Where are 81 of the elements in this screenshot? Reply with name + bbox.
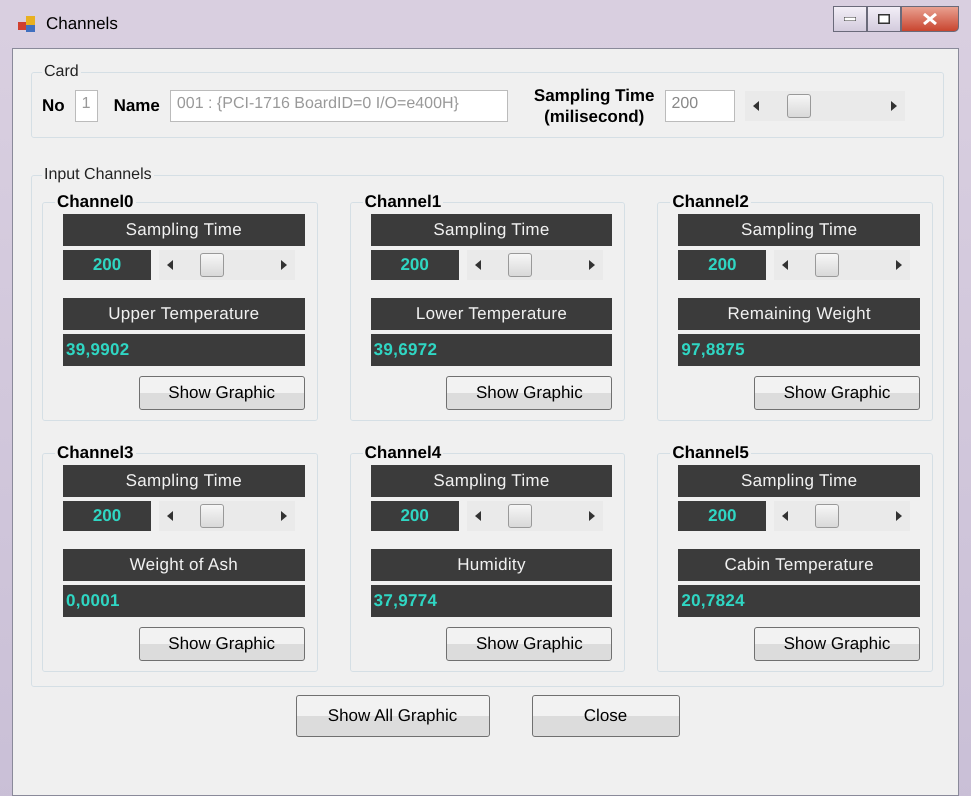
measurement-label: Humidity [370, 549, 612, 581]
field-label: No [42, 96, 65, 116]
scrollbar-thumb[interactable] [200, 504, 224, 528]
left-arrow-icon[interactable] [167, 260, 173, 270]
sampling-value: 200 [370, 501, 459, 531]
horizontal-scrollbar[interactable] [774, 250, 910, 280]
left-arrow-icon[interactable] [474, 260, 481, 270]
horizontal-scrollbar[interactable] [774, 501, 910, 531]
channel-title: Channel0 [56, 192, 135, 212]
sampling-label: Sampling Time [63, 465, 305, 497]
right-arrow-icon[interactable] [588, 511, 595, 521]
measurement-value: 39,6972 [370, 334, 612, 366]
scrollbar-thumb[interactable] [815, 504, 840, 528]
sampling-value: 200 [370, 250, 459, 280]
horizontal-scrollbar[interactable] [159, 250, 295, 280]
close-window-button[interactable] [901, 6, 959, 32]
show-all-graphic-button[interactable]: Show All Graphic [296, 695, 490, 737]
sampling-value: 200 [678, 501, 766, 531]
measurement-label: Lower Temperature [370, 298, 612, 330]
channel-title: Channel5 [671, 443, 750, 463]
show-graphic-button[interactable]: Show Graphic [138, 627, 305, 661]
window-title: Channels [46, 14, 118, 34]
minimize-icon [844, 17, 856, 21]
group-title: Input Channels [43, 166, 153, 184]
left-arrow-icon[interactable] [782, 511, 788, 521]
measurement-value: 0,0001 [63, 585, 305, 617]
maximize-icon [878, 14, 890, 24]
channel-title: Channel3 [56, 443, 135, 463]
minimize-button[interactable] [833, 6, 867, 32]
show-graphic-button[interactable]: Show Graphic [446, 627, 612, 661]
horizontal-scrollbar[interactable] [744, 91, 904, 121]
left-arrow-icon[interactable] [167, 511, 173, 521]
show-graphic-button[interactable]: Show Graphic [754, 627, 920, 661]
channel-title: Channel4 [364, 443, 442, 463]
group-title: Card [43, 63, 80, 81]
maximize-button[interactable] [867, 6, 901, 32]
right-arrow-icon[interactable] [896, 511, 902, 521]
left-arrow-icon[interactable] [474, 511, 481, 521]
right-arrow-icon[interactable] [896, 260, 902, 270]
measurement-value: 37,9774 [370, 585, 612, 617]
unit-label: (milisecond) [544, 106, 644, 127]
measurement-label: Weight of Ash [63, 549, 305, 581]
scrollbar-thumb[interactable] [200, 253, 224, 277]
horizontal-scrollbar[interactable] [159, 501, 295, 531]
sampling-label: Sampling Time [678, 214, 920, 246]
field-label: Sampling Time [534, 85, 654, 106]
channel-title: Channel2 [671, 192, 750, 212]
sampling-value: 200 [63, 501, 151, 531]
right-arrow-icon[interactable] [281, 511, 287, 521]
right-arrow-icon[interactable] [588, 260, 595, 270]
sampling-value: 200 [678, 250, 766, 280]
close-icon [923, 13, 937, 25]
measurement-label: Remaining Weight [678, 298, 920, 330]
measurement-label: Cabin Temperature [678, 549, 920, 581]
show-graphic-button[interactable]: Show Graphic [754, 376, 920, 410]
field-label: Name [114, 96, 160, 116]
horizontal-scrollbar[interactable] [466, 501, 603, 531]
right-arrow-icon[interactable] [281, 260, 287, 270]
measurement-label: Upper Temperature [63, 298, 305, 330]
app-icon [18, 16, 36, 32]
left-arrow-icon[interactable] [782, 260, 788, 270]
measurement-value: 97,8875 [678, 334, 920, 366]
scrollbar-thumb[interactable] [508, 504, 532, 528]
sampling-label: Sampling Time [370, 465, 612, 497]
left-arrow-icon[interactable] [752, 101, 758, 111]
sampling-label: Sampling Time [678, 465, 920, 497]
close-button[interactable]: Close [532, 695, 680, 737]
scrollbar-thumb[interactable] [815, 253, 840, 277]
scrollbar-thumb[interactable] [508, 253, 532, 277]
sampling-value: 200 [63, 250, 151, 280]
horizontal-scrollbar[interactable] [466, 250, 603, 280]
channel-title: Channel1 [364, 192, 442, 212]
show-graphic-button[interactable]: Show Graphic [138, 376, 305, 410]
measurement-value: 20,7824 [678, 585, 920, 617]
sampling-label: Sampling Time [63, 214, 305, 246]
scrollbar-thumb[interactable] [786, 94, 811, 118]
right-arrow-icon[interactable] [890, 101, 896, 111]
show-graphic-button[interactable]: Show Graphic [446, 376, 612, 410]
input-field[interactable]: 200 [664, 90, 734, 122]
sampling-label: Sampling Time [370, 214, 612, 246]
measurement-value: 39,9902 [63, 334, 305, 366]
